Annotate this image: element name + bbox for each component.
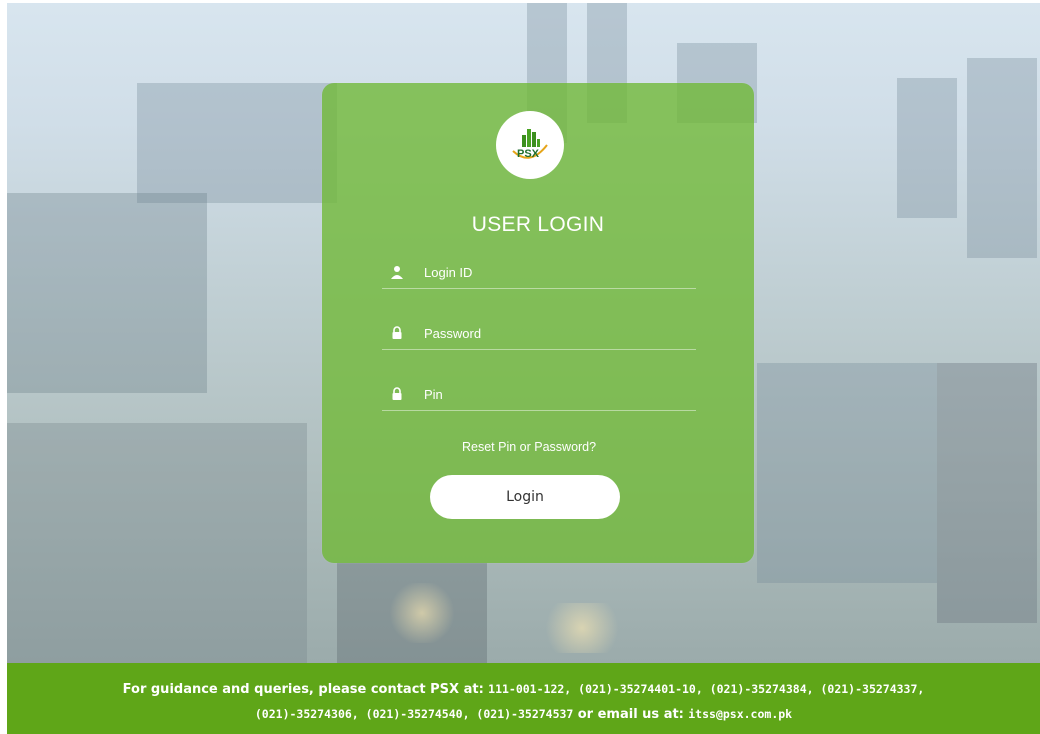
lock-icon bbox=[390, 325, 404, 339]
footer-line-1: For guidance and queries, please contact… bbox=[7, 681, 1040, 697]
reset-pin-password-link[interactable]: Reset Pin or Password? bbox=[462, 440, 596, 454]
footer-phone-numbers-2: (021)-35274306, (021)-35274540, (021)-35… bbox=[254, 707, 574, 721]
footer-lead: For guidance and queries, please contact… bbox=[122, 682, 484, 697]
password-input[interactable] bbox=[422, 321, 686, 345]
footer-email-lead: or email us at: bbox=[577, 707, 684, 722]
login-button[interactable]: Login bbox=[430, 475, 620, 519]
footer-phone-numbers-1: 111-001-122, (021)-35274401-10, (021)-35… bbox=[488, 682, 925, 696]
pin-field bbox=[382, 380, 696, 411]
psx-logo: PSX bbox=[496, 111, 564, 179]
psx-logo-icon: PSX bbox=[512, 129, 548, 160]
user-icon bbox=[390, 264, 404, 279]
login-id-field bbox=[382, 258, 696, 289]
pin-lock-icon bbox=[390, 386, 404, 400]
svg-text:PSX: PSX bbox=[517, 148, 540, 160]
password-field bbox=[382, 319, 696, 350]
page-title: USER LOGIN bbox=[471, 213, 605, 236]
support-email-link[interactable]: itss@psx.com.pk bbox=[688, 707, 792, 721]
pin-input[interactable] bbox=[422, 382, 686, 406]
footer-line-2: (021)-35274306, (021)-35274540, (021)-35… bbox=[7, 706, 1040, 722]
contact-footer: For guidance and queries, please contact… bbox=[7, 663, 1040, 734]
login-id-input[interactable] bbox=[422, 260, 686, 284]
